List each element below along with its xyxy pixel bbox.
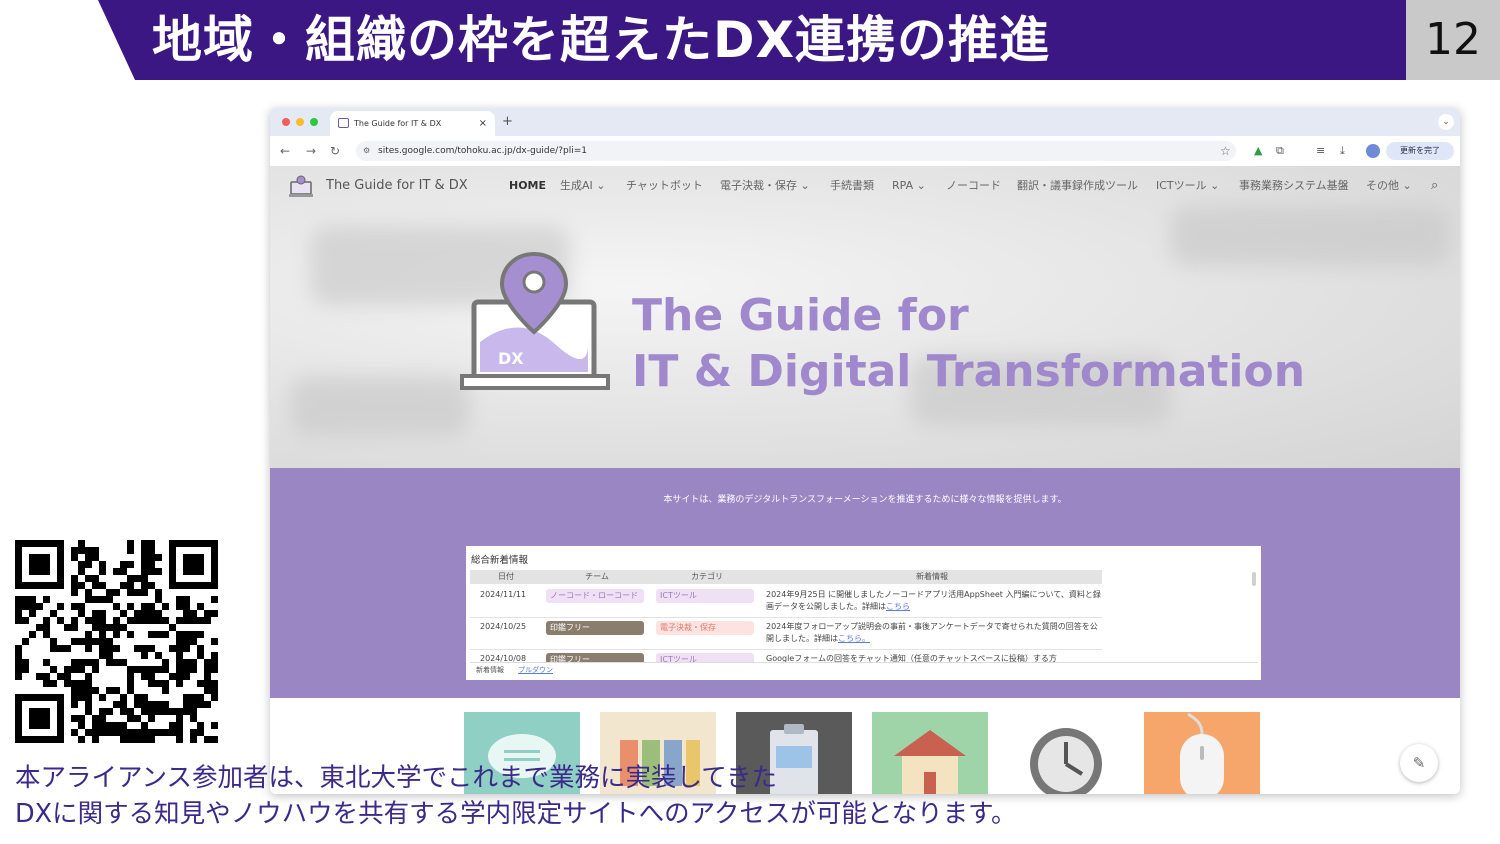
dx-badge: DX [498, 349, 524, 368]
nav-office-systems[interactable]: 事務業務システム基盤 [1239, 166, 1349, 206]
edit-pencil-icon[interactable]: ✎ [1400, 744, 1438, 782]
page-number: 12 [1406, 0, 1500, 80]
tab-close-icon[interactable]: × [479, 111, 487, 136]
slide-title-bar: 地域・組織の枠を超えたDX連携の推進 [0, 0, 1406, 80]
hero-title-line2: IT & Digital Transformation [632, 346, 1306, 397]
reload-icon[interactable]: ↻ [330, 136, 340, 166]
news-row: 2024/10/25 印鑑フリー 電子決裁・保存 2024年度フォローアップ説明… [470, 618, 1102, 650]
news-date: 2024/11/11 [480, 590, 527, 599]
hero-bg-shape [1170, 206, 1450, 266]
new-tab-icon[interactable]: + [502, 108, 513, 136]
nav-nocode[interactable]: ノーコード [946, 166, 1001, 206]
favicon-icon [338, 118, 349, 128]
category-tag: ICTツール [656, 653, 754, 662]
qr-code[interactable] [15, 540, 218, 743]
hero-section: The Guide for IT & DX HOME 生成AI ⌄ チャットボッ… [270, 166, 1460, 468]
news-title: 総合新着情報 [471, 555, 529, 566]
qr-modules [15, 540, 218, 743]
hero-bg-shape [290, 376, 470, 436]
slide-title: 地域・組織の枠を超えたDX連携の推進 [152, 11, 1051, 69]
maximize-window-dot[interactable] [310, 118, 318, 126]
news-detail-link[interactable]: こちら [886, 602, 910, 611]
tile-ict[interactable] [1144, 712, 1260, 794]
star-icon[interactable]: ☆ [1220, 136, 1231, 166]
forward-icon[interactable]: → [306, 136, 316, 166]
category-tag: ICTツール [656, 589, 754, 603]
address-bar[interactable]: ⚙ sites.google.com/tohoku.ac.jp/dx-guide… [356, 141, 1236, 161]
news-col-team: チーム [585, 572, 609, 581]
news-info: 2024年度フォローアップ説明会の事前・事後アンケートデータで寄せられた質問の回… [766, 621, 1102, 645]
hero-dx-logo: DX [460, 252, 610, 390]
nav-rpa[interactable]: RPA ⌄ [892, 166, 926, 206]
hero-title: The Guide for IT & Digital Transformatio… [632, 288, 1305, 400]
news-date: 2024/10/08 [480, 654, 527, 662]
news-info: 2024年9月25日 に開催しましたノーコードアプリ活用AppSheet 入門編… [766, 589, 1102, 613]
team-tag: 印鑑フリー [546, 653, 644, 662]
news-col-date: 日付 [498, 572, 514, 581]
drive-icon[interactable]: ▲ [1254, 136, 1262, 166]
site-info-icon[interactable]: ⚙ [363, 141, 370, 161]
tab-list-chevron-icon[interactable]: ⌄ [1438, 114, 1454, 130]
minimize-window-dot[interactable] [296, 118, 304, 126]
nav-procedure-docs[interactable]: 手続書類 [830, 166, 874, 206]
browser-tab[interactable]: The Guide for IT & DX × [330, 111, 495, 136]
nav-generative-ai[interactable]: 生成AI ⌄ [560, 166, 605, 206]
sheet-tab-pulldown[interactable]: プルダウン [518, 663, 553, 677]
tile-rpa[interactable] [1008, 712, 1124, 794]
news-col-category: カテゴリ [691, 572, 723, 581]
news-panel: 総合新着情報 日付 チーム カテゴリ 新着情報 2024/11/11 ノーコード… [466, 546, 1261, 680]
intro-band: 本サイトは、業務のデジタルトランスフォーメーションを推進するために様々な情報を提… [270, 468, 1460, 698]
download-icon[interactable]: ⤓ [1340, 136, 1345, 166]
search-icon[interactable]: ⌕ [1431, 166, 1438, 206]
nav-home[interactable]: HOME [509, 166, 546, 206]
news-row: 2024/10/08 印鑑フリー ICTツール Googleフォームの回答をチャ… [470, 650, 1102, 662]
news-date: 2024/10/25 [480, 622, 527, 631]
news-col-info: 新着情報 [916, 572, 948, 581]
news-info-text: 2024年度フォローアップ説明会の事前・事後アンケートデータで寄せられた質問の回… [766, 622, 1098, 643]
category-tag: 電子決裁・保存 [656, 621, 754, 635]
nav-chatbot[interactable]: チャットボット [626, 166, 703, 206]
site-page: The Guide for IT & DX HOME 生成AI ⌄ チャットボッ… [270, 166, 1460, 794]
nav-other[interactable]: その他 ⌄ [1366, 166, 1412, 206]
caption-line-1: 本アライアンス参加者は、東北大学でこれまで業務に実装してきた [15, 763, 777, 793]
extensions-icon[interactable]: ⧉ [1276, 136, 1284, 166]
site-name[interactable]: The Guide for IT & DX [326, 166, 468, 206]
close-window-dot[interactable] [282, 118, 290, 126]
mouse-icon [1180, 712, 1224, 794]
team-tag: 印鑑フリー [546, 621, 644, 635]
caption-line-2: DXに関する知見やノウハウを共有する学内限定サイトへのアクセスが可能となります。 [15, 799, 1017, 829]
gear-clock-icon [1030, 728, 1102, 794]
news-sheet-tabs: 新着情報 プルダウン [470, 662, 1258, 677]
news-scrollbar[interactable] [1252, 572, 1256, 586]
news-header-row: 日付 チーム カテゴリ 新着情報 [470, 570, 1102, 584]
tab-title: The Guide for IT & DX [354, 119, 442, 128]
news-detail-link[interactable]: こちら。 [838, 634, 870, 643]
hero-title-line1: The Guide for [632, 290, 969, 341]
nav-translation-tools[interactable]: 翻訳・議事録作成ツール [1017, 166, 1138, 206]
site-logo-icon [289, 175, 313, 197]
back-icon[interactable]: ← [280, 136, 290, 166]
slide-caption: 本アライアンス参加者は、東北大学でこれまで業務に実装してきた DXに関する知見や… [15, 760, 1017, 832]
intro-text: 本サイトは、業務のデジタルトランスフォーメーションを推進するために様々な情報を提… [663, 495, 1067, 505]
sheet-tab-news[interactable]: 新着情報 [476, 663, 504, 677]
tab-strip: The Guide for IT & DX × + ⌄ [270, 108, 1460, 136]
nav-e-approval[interactable]: 電子決裁・保存 ⌄ [720, 166, 810, 206]
profile-icon[interactable] [1366, 144, 1380, 158]
browser-screenshot: The Guide for IT & DX × + ⌄ ← → ↻ ⚙ site… [270, 108, 1460, 794]
nav-ict-tools[interactable]: ICTツール ⌄ [1156, 166, 1219, 206]
news-info-text: Googleフォームの回答をチャット通知（任意のチャットスペースに投稿）する方 [766, 654, 1057, 662]
news-info-text: 2024年9月25日 に開催しましたノーコードアプリ活用AppSheet 入門編… [766, 590, 1101, 611]
news-row: 2024/11/11 ノーコード・ローコード ICTツール 2024年9月25日… [470, 586, 1102, 618]
update-button[interactable]: 更新を完了 [1386, 142, 1454, 160]
team-tag: ノーコード・ローコード [546, 589, 644, 603]
tab-search-icon[interactable]: ≡ [1316, 136, 1325, 166]
url-text: sites.google.com/tohoku.ac.jp/dx-guide/?… [378, 146, 587, 156]
news-info: Googleフォームの回答をチャット通知（任意のチャットスペースに投稿）する方 [766, 653, 1102, 662]
browser-toolbar: ← → ↻ ⚙ sites.google.com/tohoku.ac.jp/dx… [270, 136, 1460, 167]
site-nav: The Guide for IT & DX HOME 生成AI ⌄ チャットボッ… [270, 166, 1460, 206]
